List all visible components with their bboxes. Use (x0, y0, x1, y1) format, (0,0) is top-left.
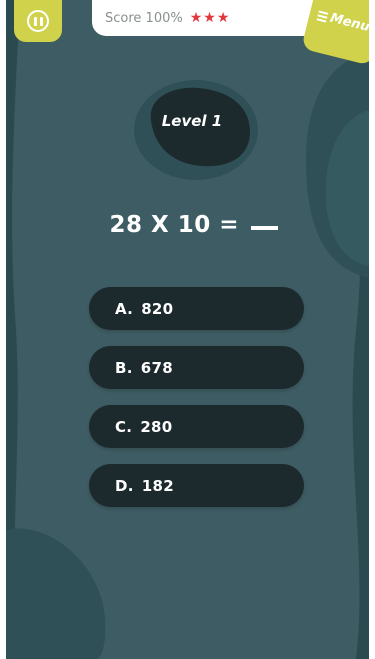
menu-label: Menu (328, 10, 369, 35)
question-text: 28 X 10 = (109, 212, 240, 238)
menu-button[interactable]: Menu (301, 0, 369, 66)
answer-option-c[interactable]: C. 280 (89, 405, 304, 448)
answer-value: 182 (141, 476, 174, 495)
score-stars: ★ ★ ★ (190, 11, 230, 25)
answer-letter: D. (115, 476, 134, 495)
score-label: Score 100% (105, 10, 183, 26)
pause-icon (27, 10, 49, 32)
score-bar: Score 100% ★ ★ ★ (92, 0, 322, 36)
pause-button[interactable] (14, 0, 62, 42)
answer-option-d[interactable]: D. 182 (89, 464, 304, 507)
answer-letter: A. (115, 299, 134, 318)
answer-option-b[interactable]: B. 678 (89, 346, 304, 389)
answer-blank (250, 225, 278, 230)
game-screen: Score 100% ★ ★ ★ Menu Level 1 28 X 10 = … (6, 0, 369, 659)
level-title: Level 1 (161, 112, 223, 130)
answer-option-a[interactable]: A. 820 (89, 287, 304, 330)
answer-letter: C. (115, 417, 133, 436)
star-icon: ★ (216, 10, 230, 26)
star-icon: ★ (189, 10, 203, 26)
star-icon: ★ (203, 10, 216, 26)
answer-value: 820 (141, 299, 174, 318)
answer-value: 280 (140, 417, 173, 436)
answer-value: 678 (140, 358, 173, 377)
question: 28 X 10 = (6, 212, 369, 238)
hamburger-icon (316, 9, 329, 23)
answer-list: A. 820 B. 678 C. 280 D. 182 (89, 287, 304, 523)
answer-letter: B. (115, 358, 133, 377)
